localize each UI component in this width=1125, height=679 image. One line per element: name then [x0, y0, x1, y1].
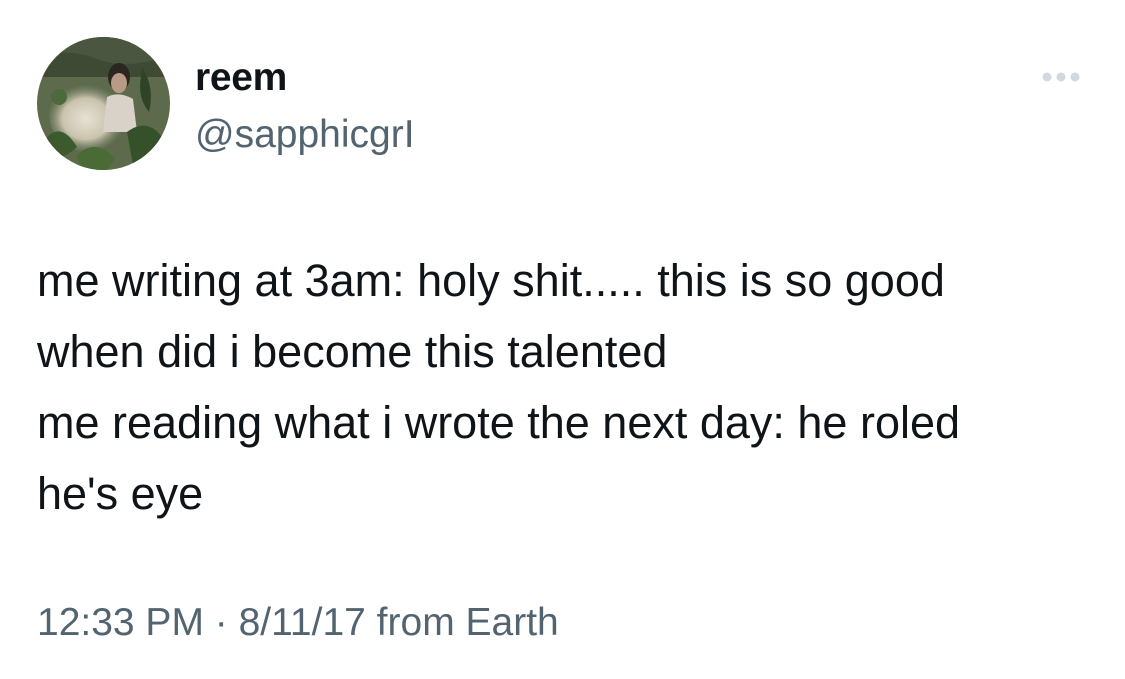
tweet-time[interactable]: 12:33 PM — [37, 601, 204, 644]
avatar[interactable] — [37, 37, 170, 170]
user-handle[interactable]: @sapphicgrI — [195, 112, 415, 158]
tweet-card: reem @sapphicgrI me writing at 3am: holy… — [0, 0, 1125, 679]
tweet-text-line: me writing at 3am: holy shit..... this i… — [37, 255, 945, 306]
tweet-source: from Earth — [365, 601, 559, 644]
tweet-date[interactable]: 8/11/17 — [239, 601, 366, 644]
display-name[interactable]: reem — [195, 55, 287, 101]
more-horizontal-icon[interactable] — [1036, 62, 1086, 92]
meta-separator: · — [203, 601, 239, 644]
tweet-text-line: me reading what i wrote the next day: he… — [37, 397, 961, 448]
tweet-text-line: he's eye — [37, 468, 204, 519]
tweet-meta: 12:33 PM · 8/11/17 from Earth — [37, 600, 559, 646]
avatar-image — [37, 37, 170, 170]
tweet-text: me writing at 3am: holy shit..... this i… — [37, 245, 1097, 529]
tweet-text-line: when did i become this talented — [37, 326, 668, 377]
